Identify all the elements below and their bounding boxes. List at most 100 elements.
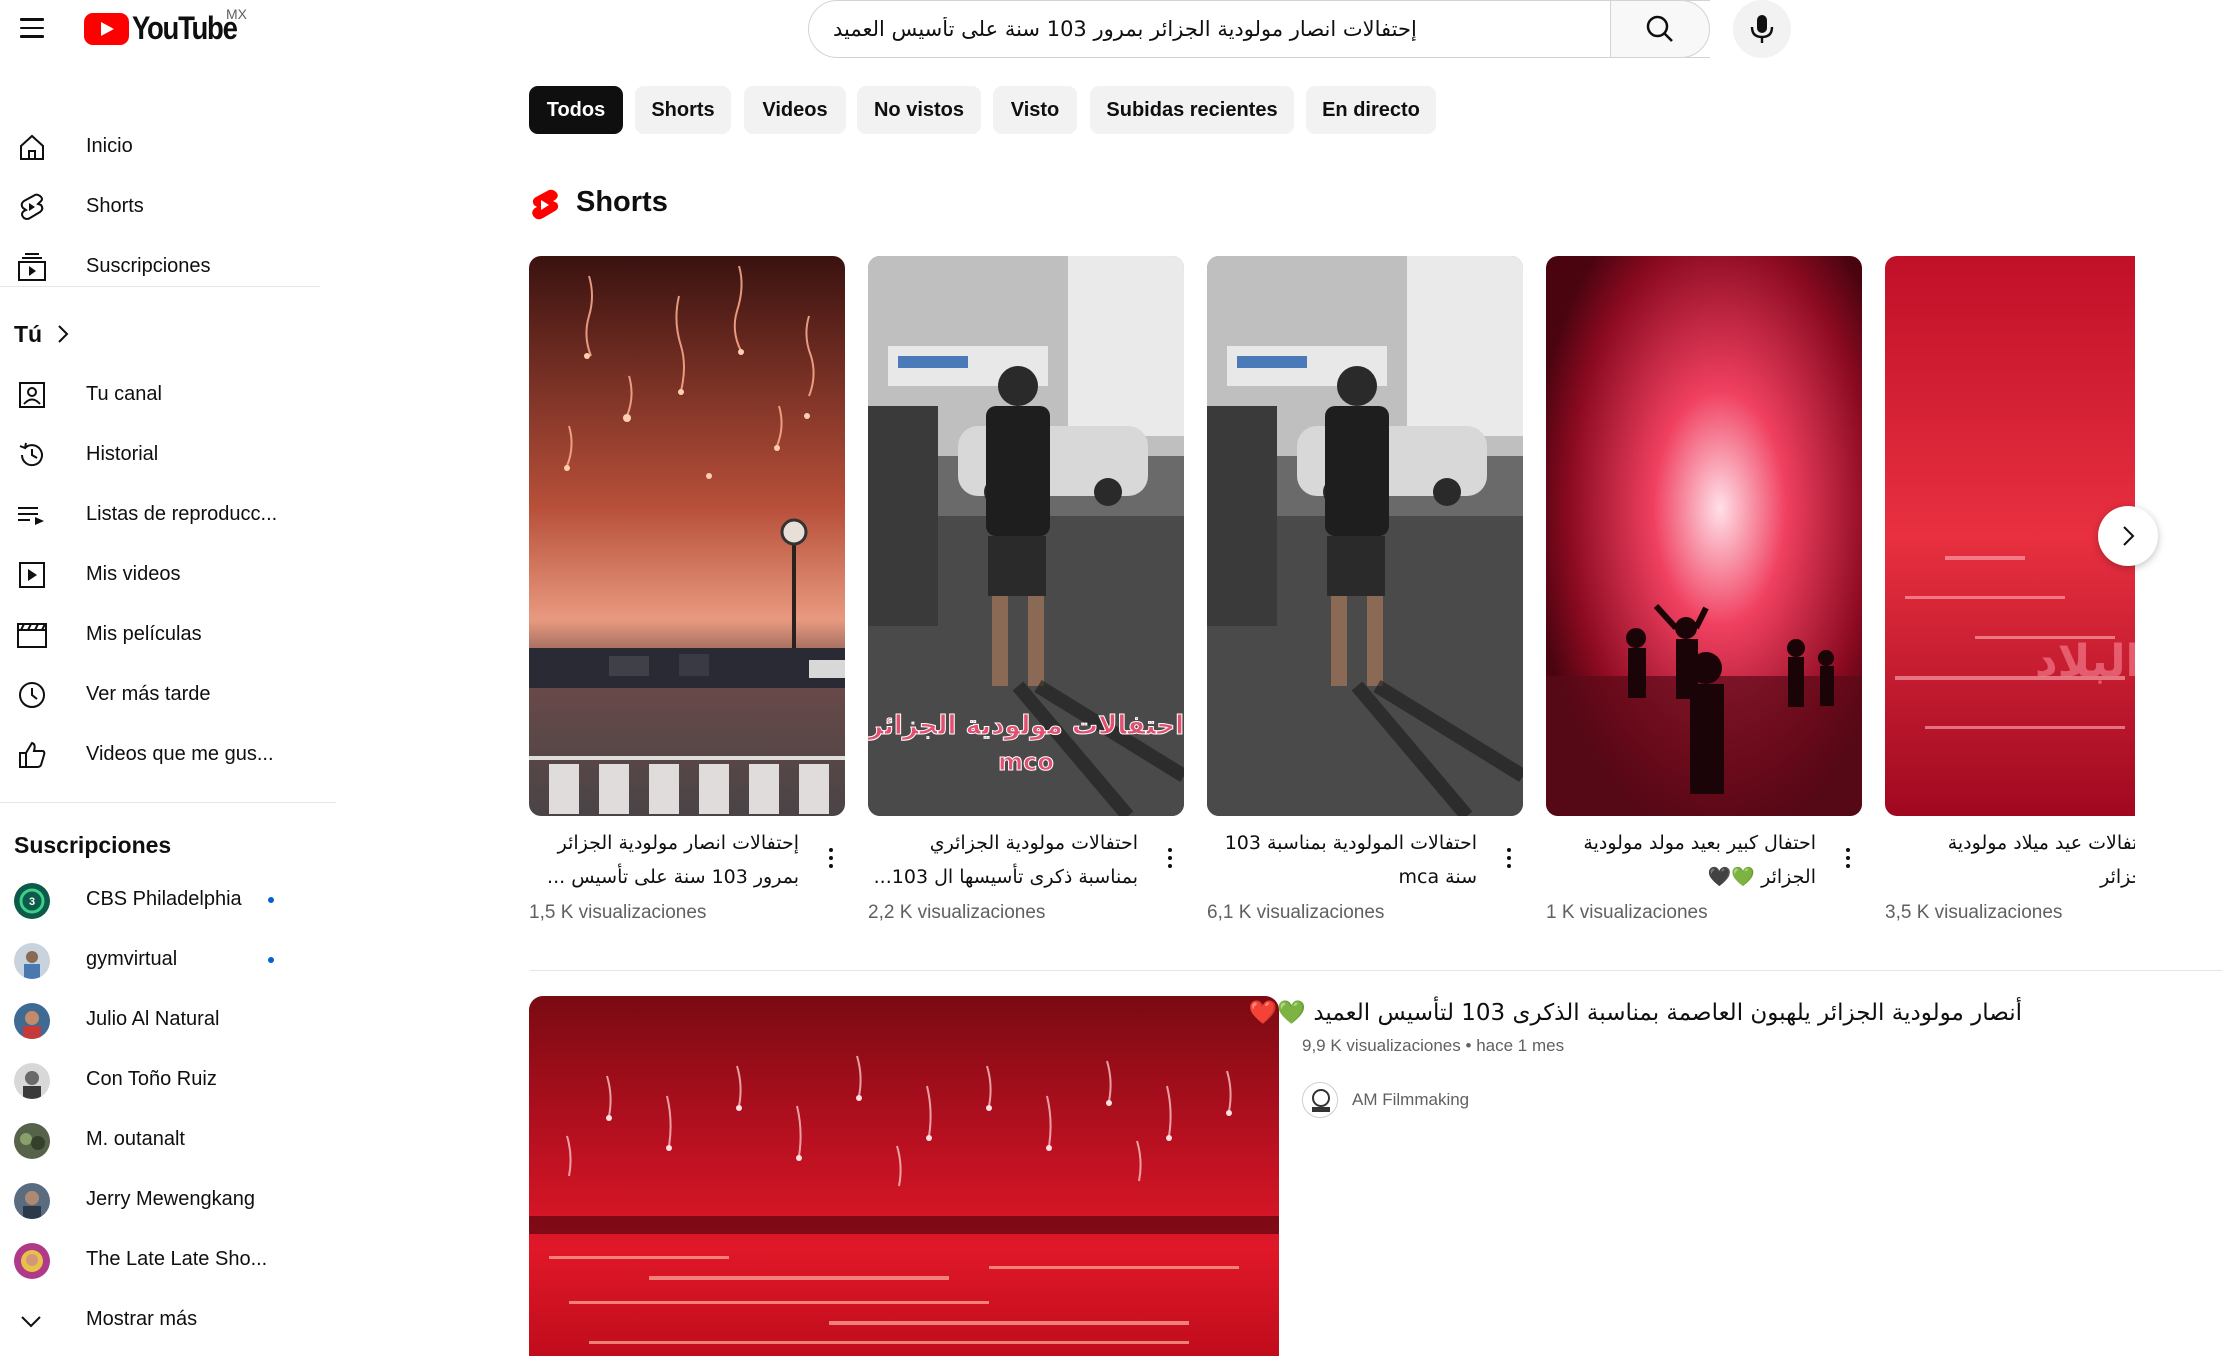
sidebar-item-shorts[interactable]: Shorts [0,178,330,234]
short-title-line: احتفالات المولودية بمناسبة 103 [1224,832,1477,854]
subscription-item[interactable]: M. outanalt [0,1112,330,1168]
short-title-line: بمرور 103 سنة على تأسيس ... [547,866,799,888]
menu-icon[interactable] [14,10,50,46]
chip-en-directo[interactable]: En directo [1306,86,1436,134]
subscription-item[interactable]: Jerry Mewengkang [0,1172,330,1228]
movies-icon [14,620,50,650]
you-title: Tú [14,320,43,347]
avatar [14,1063,50,1099]
avatar: 3 [14,883,50,919]
chip-no-vistos[interactable]: No vistos [857,86,981,134]
search-icon [1646,15,1673,42]
sidebar-item-tu-canal[interactable]: Tu canal [0,366,330,422]
svg-text:احتفالات مولودية الجزائر: احتفالات مولودية الجزائر [868,711,1184,741]
sidebar-item-historial[interactable]: Historial [0,426,330,482]
subscription-name: Julio Al Natural [86,1008,220,1030]
sidebar-item-label: Tu canal [86,382,162,405]
subscription-item[interactable]: 3 CBS Philadelphia [0,872,330,928]
my-videos-icon [14,560,50,590]
channel-avatar [1302,1082,1338,1118]
show-more-button[interactable]: Mostrar más [0,1292,330,1348]
masthead: YouTube MX [0,0,2222,80]
video-title[interactable]: أنصار مولودية الجزائر يلهبون العاصمة بمن… [1249,994,2022,1032]
sidebar-item-label: Listas de reproducc... [86,502,278,525]
home-icon [14,132,50,162]
short-thumbnail[interactable] [529,256,845,816]
shorts-logo-icon [530,188,560,227]
subscription-name: CBS Philadelphia [86,888,242,910]
short-title[interactable]: إحتفالات انصار مولودية الجزائر بمرور 103… [529,826,799,894]
voice-search-button[interactable] [1733,0,1791,58]
sidebar-item-mis-peliculas[interactable]: Mis películas [0,606,330,662]
sidebar-item-label: Ver más tarde [86,682,211,705]
chip-visto[interactable]: Visto [993,86,1077,134]
like-icon [14,740,50,770]
new-content-dot [268,957,274,963]
chip-todos[interactable]: Todos [529,86,623,134]
short-thumbnail[interactable] [1207,256,1523,816]
subscription-name: M. outanalt [86,1128,185,1150]
playlists-icon [14,500,50,530]
short-title-line: إحتفالات انصار مولودية الجزائر [557,832,799,854]
video-meta: 9,9 K visualizaciones • hace 1 mes [1302,1036,1564,1056]
short-views: 1 K visualizaciones [1546,902,1708,923]
sidebar-item-label: Suscripciones [86,254,211,277]
subscription-name: Jerry Mewengkang [86,1188,255,1210]
shelf-next-button[interactable] [2098,506,2158,566]
channel-link[interactable]: AM Filmmaking [1302,1080,1469,1120]
chevron-right-icon [2123,526,2135,546]
short-card: احتفالات المولودية بمناسبة 103 سنة mca 6… [1207,256,1523,936]
you-section-header[interactable]: Tú [0,306,90,362]
more-options-icon[interactable] [1158,840,1182,876]
short-thumbnail[interactable] [1546,256,1862,816]
subscription-name: Con Toño Ruiz [86,1068,217,1090]
short-title[interactable]: احتفالات مولودية الجزائري بمناسبة ذكرى ت… [868,826,1138,894]
sidebar-item-videos-me-gustan[interactable]: Videos que me gus... [0,726,330,782]
channel-name: AM Filmmaking [1352,1090,1470,1109]
chip-videos[interactable]: Videos [744,86,846,134]
video-thumbnail[interactable] [529,996,1279,1356]
search-button[interactable] [1610,0,1710,58]
short-title-line: الجزائر [2100,866,2135,888]
video-views: 9,9 K visualizaciones [1302,1036,1461,1055]
avatar [14,1183,50,1219]
show-more-label: Mostrar más [86,1308,198,1330]
sidebar-item-listas[interactable]: Listas de reproducc... [0,486,330,542]
sidebar-item-inicio[interactable]: Inicio [0,118,330,174]
shorts-shelf-title: Shorts [576,186,668,218]
more-options-icon[interactable] [1836,840,1860,876]
short-title-line: سنة mca [1398,866,1478,888]
watch-later-icon [14,680,50,710]
short-views: 6,1 K visualizaciones [1207,902,1385,923]
short-views: 1,5 K visualizaciones [529,902,707,923]
sidebar-item-ver-mas-tarde[interactable]: Ver más tarde [0,666,330,722]
search-input[interactable] [809,1,1654,57]
subscription-item[interactable]: Con Toño Ruiz [0,1052,330,1108]
more-options-icon[interactable] [1497,840,1521,876]
subscription-item[interactable]: The Late Late Sho... [0,1232,330,1288]
short-views: 3,5 K visualizaciones [1885,902,2063,923]
subscription-item[interactable]: gymvirtual [0,932,330,988]
chip-shorts[interactable]: Shorts [635,86,731,134]
avatar [14,1003,50,1039]
subscription-item[interactable]: Julio Al Natural [0,992,330,1048]
short-title[interactable]: احتفالات عيد ميلاد مولودية الجزائر [1885,826,2135,894]
short-card: احتفالات مولودية الجزائر mco احتفالات مو… [868,256,1184,936]
chip-subidas-recientes[interactable]: Subidas recientes [1090,86,1294,134]
meta-separator: • [1465,1036,1477,1055]
avatar [14,1243,50,1279]
short-title-line: الجزائر 💚🖤 [1707,866,1816,888]
chevron-down-icon [20,1314,42,1333]
sidebar-item-mis-videos[interactable]: Mis videos [0,546,330,602]
short-thumbnail[interactable]: احتفالات مولودية الجزائر mco [868,256,1184,816]
history-icon [14,440,50,470]
more-options-icon[interactable] [819,840,843,876]
channel-icon [14,380,50,410]
short-title[interactable]: احتفال كبير بعيد مولد مولودية الجزائر 💚🖤 [1546,826,1816,894]
svg-text:mco: mco [998,748,1054,776]
search-box [808,0,1710,58]
short-title-line: احتفال كبير بعيد مولد مولودية [1583,832,1816,854]
sidebar-item-label: Shorts [86,194,144,217]
sidebar-divider [0,802,336,803]
short-title[interactable]: احتفالات المولودية بمناسبة 103 سنة mca [1207,826,1477,894]
